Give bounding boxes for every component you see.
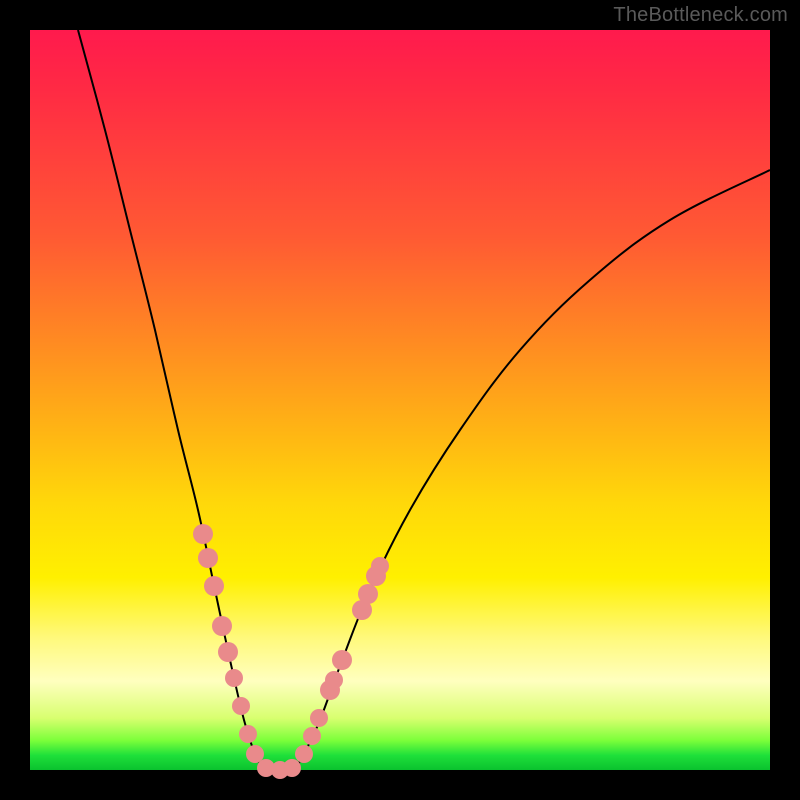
- gradient-plot-area: [30, 30, 770, 770]
- bead-marker: [371, 557, 389, 575]
- bead-marker: [198, 548, 218, 568]
- bead-markers-group: [193, 524, 389, 779]
- bead-marker: [204, 576, 224, 596]
- bead-marker: [303, 727, 321, 745]
- bead-marker: [225, 669, 243, 687]
- bead-marker: [218, 642, 238, 662]
- bead-marker: [310, 709, 328, 727]
- curve-right-branch: [296, 170, 770, 768]
- bead-marker: [332, 650, 352, 670]
- bead-marker: [239, 725, 257, 743]
- bead-marker: [283, 759, 301, 777]
- bead-marker: [246, 745, 264, 763]
- outer-frame: TheBottleneck.com: [0, 0, 800, 800]
- bead-marker: [193, 524, 213, 544]
- bead-marker: [358, 584, 378, 604]
- bead-marker: [212, 616, 232, 636]
- bead-marker: [295, 745, 313, 763]
- watermark-text: TheBottleneck.com: [613, 4, 788, 27]
- bead-marker: [325, 671, 343, 689]
- bottleneck-curve-svg: [30, 30, 770, 770]
- bead-marker: [232, 697, 250, 715]
